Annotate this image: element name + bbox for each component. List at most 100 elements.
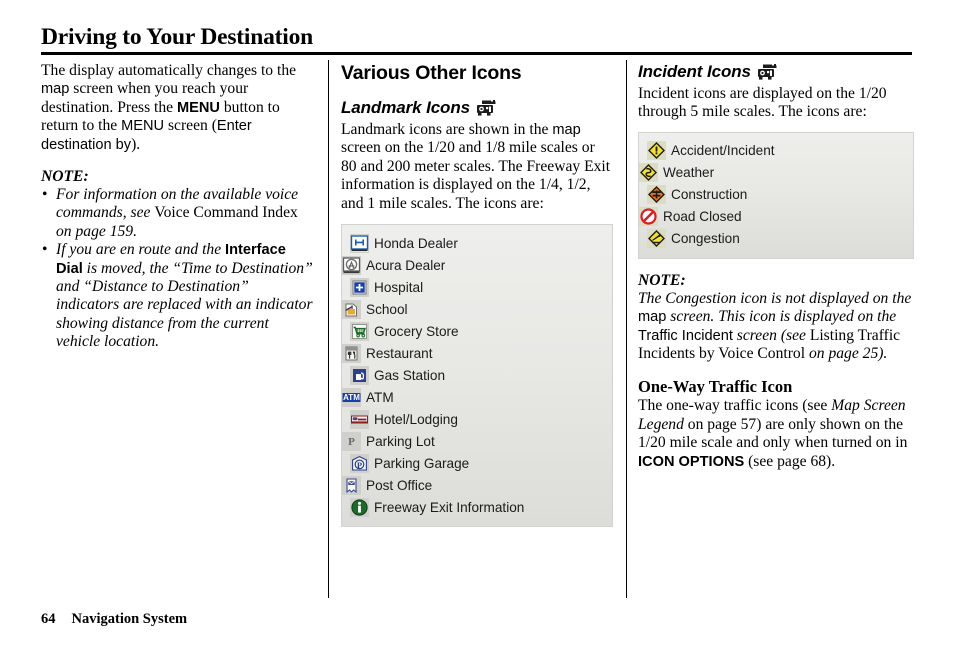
- congestion-note-seg-1: The Congestion icon is not displayed on …: [638, 289, 912, 307]
- icon-label: ATM: [366, 389, 394, 405]
- icon-label: Grocery Store: [374, 323, 459, 339]
- page-title: Driving to Your Destination: [41, 24, 314, 50]
- icon-label: Acura Dealer: [366, 257, 446, 273]
- svg-text:P: P: [348, 436, 355, 448]
- construction-icon: [647, 185, 666, 205]
- road-closed-icon: [639, 207, 658, 227]
- congestion-note-seg-5: screen (see: [732, 326, 810, 344]
- icon-label: Accident/Incident: [671, 143, 775, 159]
- section-heading-various-other-icons: Various Other Icons: [341, 62, 522, 84]
- icon-label: Hospital: [374, 279, 424, 295]
- atm-icon: ATM: [342, 387, 361, 407]
- note1-voice-command-index: Voice Command Index: [154, 204, 298, 222]
- landmark-icons-grid: Honda Dealer Acura Dealer Hospital Schoo…: [342, 232, 612, 518]
- note-label-col3: NOTE:: [638, 271, 686, 289]
- icon-row-road-closed: Road Closed: [639, 206, 767, 228]
- post-office-icon: [342, 475, 361, 495]
- icon-row-grocery-store: Grocery Store: [342, 320, 487, 342]
- congestion-note-map-term: map: [638, 309, 667, 326]
- page-footer: 64 Navigation System: [41, 611, 187, 628]
- footer-page-number: 64: [41, 611, 56, 627]
- column-two: Various Other Icons Landmark Icons Landm…: [341, 62, 613, 528]
- title-rule: [41, 52, 912, 55]
- icon-row-accident-incident: Accident/Incident: [639, 140, 787, 162]
- oneway-seg-1: The one-way traffic icons (see: [638, 397, 832, 415]
- freeway-exit-information-icon: [350, 497, 369, 517]
- note-label-col1: NOTE:: [41, 168, 89, 186]
- subsection-heading-one-way-traffic-icon: One-Way Traffic Icon: [638, 377, 793, 397]
- congestion-icon: [647, 229, 666, 249]
- intro-menu-button-term: MENU: [177, 99, 220, 116]
- landmark-para-map-term: map: [552, 122, 581, 138]
- intro-seg-1: The display automatically changes to the: [41, 62, 297, 79]
- footer-section-name: Navigation System: [71, 611, 188, 627]
- icon-row-congestion: Congestion: [639, 228, 787, 250]
- intro-seg-9: ).: [131, 135, 141, 153]
- acura-dealer-icon: [342, 255, 361, 275]
- icon-label: Hotel/Lodging: [374, 411, 458, 427]
- column-three: Incident Icons Incident icons are displa…: [638, 62, 914, 471]
- icon-row-hospital: Hospital: [342, 276, 487, 298]
- subsection-heading-landmark-icons: Landmark Icons: [341, 98, 613, 118]
- svg-text:ATM: ATM: [343, 393, 360, 402]
- icon-row-hotel-lodging: Hotel/Lodging: [342, 408, 487, 430]
- bullet-glyph: •: [42, 186, 48, 204]
- note2-seg-3: is moved, the “Time to Destination” and …: [56, 259, 313, 351]
- icon-row-honda-dealer: Honda Dealer: [342, 232, 487, 254]
- intro-map-term: map: [41, 81, 70, 98]
- traffic-camera-icon: [476, 100, 498, 116]
- icon-row-acura-dealer: Acura Dealer: [342, 254, 469, 276]
- icon-label: Parking Lot: [366, 433, 435, 449]
- icon-row-post-office: Post Office: [342, 474, 469, 496]
- icon-label: Weather: [663, 165, 715, 181]
- icon-row-school: School: [342, 298, 469, 320]
- icon-row-atm: ATM ATM: [342, 386, 469, 408]
- incident-icons-heading-text: Incident Icons: [638, 62, 751, 81]
- oneway-seg-5: (see page 68).: [744, 452, 836, 470]
- list-item: • For information on the available voice …: [41, 186, 313, 241]
- landmark-icons-heading-text: Landmark Icons: [341, 98, 470, 117]
- congestion-note: The Congestion icon is not displayed on …: [638, 290, 914, 364]
- icon-row-freeway-exit-information: Freeway Exit Information: [342, 496, 606, 518]
- column-divider-2: [626, 60, 627, 598]
- subsection-heading-incident-icons: Incident Icons: [638, 62, 914, 82]
- icon-label: Gas Station: [374, 367, 446, 383]
- congestion-note-seg-3: screen. This icon is displayed on the: [666, 308, 897, 326]
- icon-label: Honda Dealer: [374, 235, 458, 251]
- column-one: The display automatically changes to the…: [41, 62, 313, 352]
- incident-icons-paragraph: Incident icons are displayed on the 1/20…: [638, 85, 887, 121]
- icon-row-construction: Construction: [639, 184, 787, 206]
- school-icon: [342, 299, 361, 319]
- icon-label: Parking Garage: [374, 455, 470, 471]
- icon-label: Congestion: [671, 231, 740, 247]
- parking-lot-icon: P: [342, 431, 361, 451]
- parking-garage-icon: P: [350, 453, 369, 473]
- incident-icons-box: Accident/Incident Weather Construction R…: [638, 131, 914, 259]
- one-way-traffic-paragraph: The one-way traffic icons (see Map Scree…: [638, 397, 914, 471]
- column-divider-1: [328, 60, 329, 598]
- bullet-glyph: •: [42, 241, 48, 259]
- icon-row-weather: Weather: [639, 162, 767, 184]
- icon-label: School: [366, 301, 408, 317]
- oneway-icon-options-term: ICON OPTIONS: [638, 453, 745, 470]
- icon-row-gas-station: Gas Station: [342, 364, 487, 386]
- list-item: • If you are en route and the Interface D…: [41, 241, 313, 351]
- grocery-store-icon: [350, 321, 369, 341]
- icon-row-restaurant: Restaurant: [342, 342, 469, 364]
- landmark-para-seg-1: Landmark icons are shown in the: [341, 121, 553, 138]
- honda-dealer-icon: [350, 233, 369, 253]
- landmark-para-seg-3: screen on the 1/20 and 1/8 mile scales o…: [341, 139, 611, 212]
- note1-seg-3: on page 159.: [56, 222, 137, 240]
- intro-seg-7: screen (: [164, 117, 217, 135]
- svg-text:P: P: [357, 459, 362, 469]
- landmark-icons-box: Honda Dealer Acura Dealer Hospital Schoo…: [341, 224, 613, 528]
- intro-paragraph: The display automatically changes to the…: [41, 62, 313, 154]
- congestion-note-traffic-incident-term: Traffic Incident: [638, 327, 733, 344]
- traffic-camera-icon: [757, 64, 779, 80]
- weather-icon: [639, 163, 658, 183]
- icon-row-parking-garage: P Parking Garage: [342, 452, 487, 474]
- incident-icons-grid: Accident/Incident Weather Construction R…: [639, 140, 913, 250]
- icon-row-parking-lot: P Parking Lot: [342, 430, 469, 452]
- icon-label: Freeway Exit Information: [374, 499, 525, 515]
- icon-label: Restaurant: [366, 345, 433, 361]
